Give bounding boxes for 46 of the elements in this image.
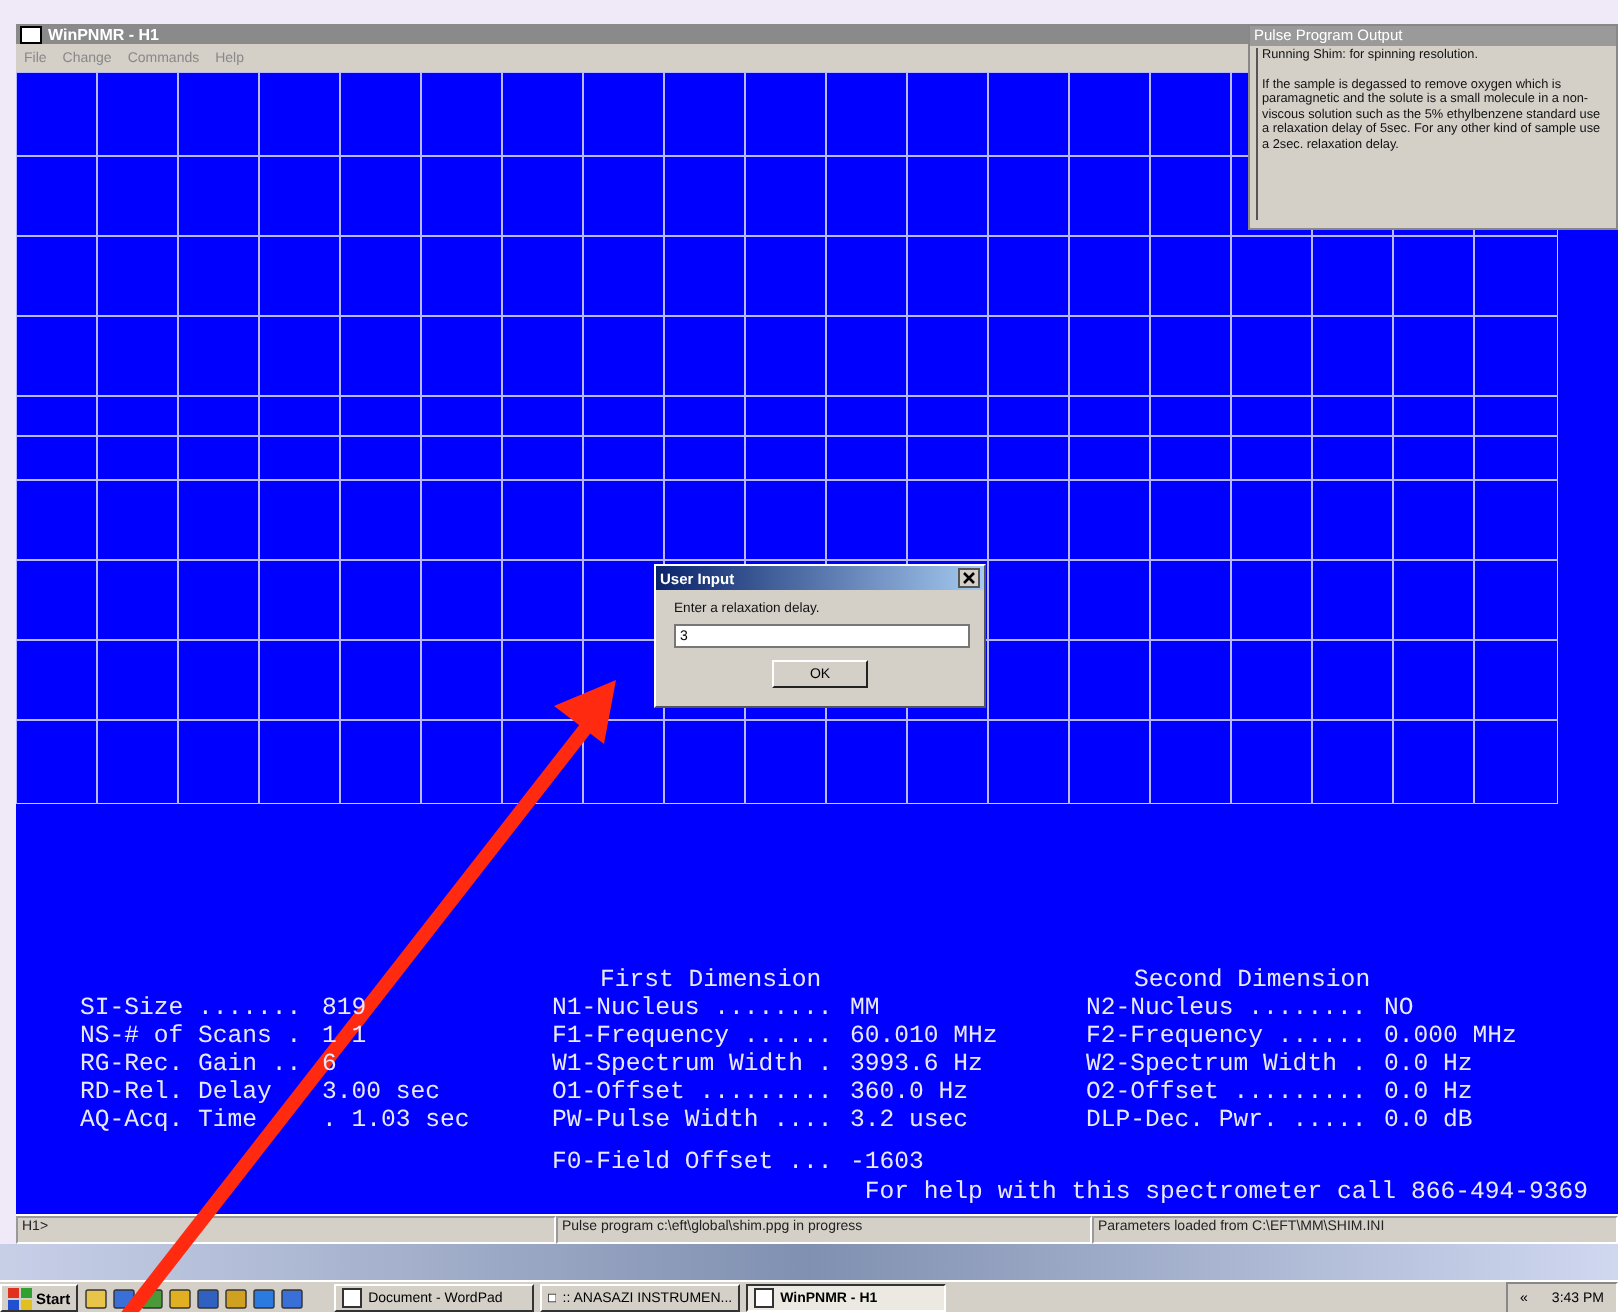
window-icon <box>342 1288 363 1308</box>
quick-launch-icon[interactable] <box>252 1286 277 1310</box>
parameter-value: NO <box>1384 994 1414 1022</box>
parameter-value: 0.0 Hz <box>1384 1078 1473 1106</box>
parameter-label: RD-Rel. Delay <box>80 1078 274 1106</box>
parameter-value: 3.00 sec <box>322 1078 441 1106</box>
parameter-value: 3.2 usec <box>850 1106 969 1134</box>
quick-launch-icon[interactable] <box>168 1286 193 1310</box>
quick-launch-icon[interactable] <box>224 1286 249 1310</box>
parameter-label: F2-Frequency ...... <box>1086 1022 1369 1050</box>
parameter-label: NS-# of Scans . <box>80 1022 304 1050</box>
parameter-value: MM <box>850 994 880 1022</box>
parameter-label: F0-Field Offset ... <box>552 1148 835 1176</box>
parameter-value: 0.000 MHz <box>1384 1022 1517 1050</box>
parameter-label: PW-Pulse Width .... <box>552 1106 835 1134</box>
close-icon[interactable] <box>958 568 980 588</box>
windows-logo-icon <box>8 1287 32 1309</box>
parameter-label: SI-Size ....... <box>80 994 304 1022</box>
window-icon <box>20 25 42 43</box>
parameter-label: F1-Frequency ...... <box>552 1022 835 1050</box>
parameter-value: . 1.03 sec <box>322 1106 470 1134</box>
quick-launch-icon[interactable] <box>280 1286 305 1310</box>
window-icon <box>754 1288 775 1308</box>
parameter-value: 360.0 Hz <box>850 1078 969 1106</box>
parameter-label: N1-Nucleus ........ <box>552 994 835 1022</box>
help-text: For help with this spectrometer call 866-494-9369 <box>864 1178 1588 1206</box>
parameter-value: 3993.6 Hz <box>850 1050 983 1078</box>
parameter-label: O2-Offset ......... <box>1086 1078 1369 1106</box>
window-icon <box>548 1288 557 1308</box>
parameter-label: W2-Spectrum Width . <box>1086 1050 1369 1078</box>
parameter-label: RG-Rec. Gain .. <box>80 1050 304 1078</box>
parameter-label: DLP-Dec. Pwr. ..... <box>1086 1106 1369 1134</box>
parameter-value: 0.0 Hz <box>1384 1050 1473 1078</box>
parameter-label: N2-Nucleus ........ <box>1086 994 1369 1022</box>
parameter-label: O1-Offset ......... <box>552 1078 835 1106</box>
parameter-value: 0.0 dB <box>1384 1106 1473 1134</box>
section-heading: First Dimension <box>600 966 822 994</box>
parameter-label: W1-Spectrum Width . <box>552 1050 835 1078</box>
parameter-value: 60.010 MHz <box>850 1022 998 1050</box>
section-heading: Second Dimension <box>1134 966 1371 994</box>
window-title: WinPNMR - H1 <box>48 25 159 43</box>
quick-launch-icon[interactable] <box>84 1286 109 1310</box>
parameter-label: AQ-Acq. Time <box>80 1106 260 1134</box>
parameter-value: 1 1 <box>322 1022 367 1050</box>
parameter-value: -1603 <box>850 1148 924 1176</box>
quick-launch-icon[interactable] <box>196 1286 221 1310</box>
